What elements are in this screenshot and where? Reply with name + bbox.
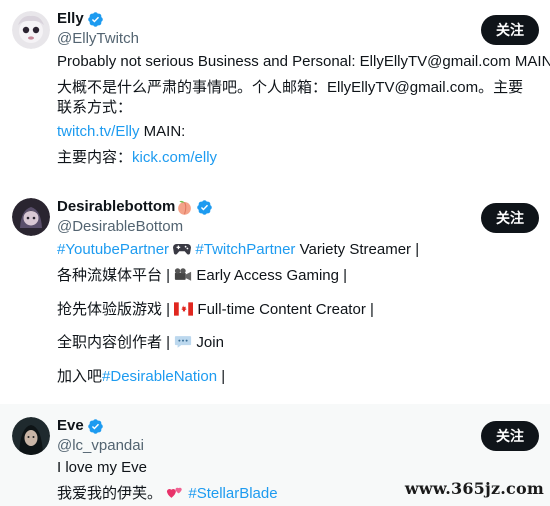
hashtag-link[interactable]: #YoutubePartner (57, 241, 169, 258)
follow-button[interactable]: 关注 (481, 203, 539, 233)
verified-badge-icon (87, 418, 104, 435)
bio-line: 大概不是什么严肃的事情吧。个人邮箱：EllyEllyTV@gmail.com。主… (57, 79, 524, 116)
bio-text: Variety Streamer | (295, 241, 420, 258)
bio-text: 加入吧 (57, 368, 103, 385)
name-row: Desirablebottom (57, 197, 213, 217)
name-row: Eve (57, 416, 104, 436)
handle: @lc_vpandai (57, 437, 144, 454)
bio-link[interactable]: twitch.tv/Elly (57, 123, 140, 140)
avatar[interactable] (12, 198, 50, 236)
movie-camera-emoji-icon (174, 267, 192, 288)
bio-text: Early Access Gaming | (192, 267, 348, 284)
display-name[interactable]: Desirablebottom (57, 197, 175, 217)
bio-line: 加入吧#DesirableNation | (57, 367, 225, 387)
bio-text: 我爱我的伊芙。 (57, 485, 163, 502)
name-row: Elly (57, 9, 104, 29)
avatar[interactable] (12, 11, 50, 49)
bio-line: Probably not serious Business and Person… (57, 53, 550, 70)
bio-line: 主要内容：kick.com/elly (57, 148, 217, 168)
bio-link[interactable]: kick.com/elly (132, 149, 217, 166)
handle: @DesirableBottom (57, 218, 184, 235)
display-name[interactable]: Elly (57, 9, 84, 29)
handle: @EllyTwitch (57, 30, 139, 47)
avatar[interactable] (12, 417, 50, 455)
bio-text: Join (192, 334, 224, 351)
bio-text: 主要内容： (57, 149, 133, 166)
bio-line: 我爱我的伊芙。 #StellarBlade (57, 484, 278, 506)
two-hearts-emoji-icon (166, 485, 184, 506)
bio-text: | (217, 368, 226, 385)
bio-line: 各种流媒体平台 | Early Access Gaming | (57, 266, 347, 288)
hashtag-link[interactable]: #TwitchPartner (195, 241, 295, 258)
hashtag-link[interactable]: #StellarBlade (188, 485, 277, 502)
verified-badge-icon (87, 11, 104, 28)
display-name[interactable]: Eve (57, 416, 84, 436)
game-controller-emoji-icon (173, 241, 192, 262)
bio-text: 抢先体验版游戏 | (57, 301, 171, 318)
bio-line: #YoutubePartner #TwitchPartner Variety S… (57, 240, 419, 262)
speech-balloon-emoji-icon (174, 334, 192, 355)
user-cell-elly[interactable]: Elly @EllyTwitch 关注 Probably not serious… (0, 0, 550, 182)
bio-text: 各种流媒体平台 | (57, 267, 171, 284)
bio-text: 全职内容创作者 | (57, 334, 171, 351)
hashtag-link[interactable]: #DesirableNation (102, 368, 217, 385)
follow-button[interactable]: 关注 (481, 15, 539, 45)
follow-button[interactable]: 关注 (481, 421, 539, 451)
bio-line: I love my Eve (57, 459, 148, 476)
bio-line: twitch.tv/Elly MAIN: (57, 122, 185, 142)
canada-flag-emoji-icon (174, 302, 194, 322)
user-cell-desirablebottom[interactable]: Desirablebottom @DesirableBottom 关注 #You… (0, 182, 550, 404)
watermark: www.365jz.com (404, 479, 544, 498)
bio-text: Full-time Content Creator | (193, 301, 374, 318)
bio-line: 全职内容创作者 | Join (57, 333, 224, 355)
bio-line: 抢先体验版游戏 | Full-time Content Creator | (57, 300, 374, 322)
verified-badge-icon (196, 199, 213, 216)
bio-text: MAIN: (139, 123, 186, 140)
peach-emoji-icon (176, 199, 193, 216)
